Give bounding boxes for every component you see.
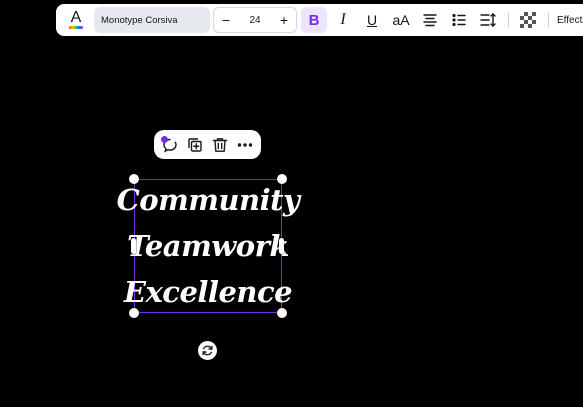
transparency-icon — [520, 12, 536, 28]
text-line: Teamwork — [127, 229, 289, 263]
text-color-icon: A — [70, 9, 82, 26]
spacing-button[interactable] — [475, 7, 501, 33]
toolbar-divider — [548, 13, 549, 27]
element-context-menu — [154, 130, 261, 159]
font-size-control: − 24 + — [213, 7, 297, 33]
rotate-icon — [202, 345, 213, 356]
italic-button[interactable]: I — [330, 7, 356, 33]
more-icon — [237, 142, 252, 147]
increase-font-size-button[interactable]: + — [272, 12, 296, 28]
trash-icon — [212, 137, 228, 152]
duplicate-button[interactable] — [184, 134, 206, 156]
delete-button[interactable] — [209, 134, 231, 156]
letter-case-button[interactable]: aA — [388, 7, 414, 33]
transparency-button[interactable] — [515, 7, 541, 33]
effects-button[interactable]: Effects — [557, 15, 583, 26]
rotate-handle[interactable] — [198, 341, 217, 360]
underline-button[interactable]: U — [359, 7, 385, 33]
duplicate-icon — [188, 137, 202, 152]
resize-handle-top-left[interactable] — [129, 174, 139, 184]
line-spacing-icon — [480, 13, 496, 27]
resize-handle-bottom-left[interactable] — [129, 308, 139, 318]
font-size-input[interactable]: 24 — [249, 15, 260, 26]
list-button[interactable] — [446, 7, 472, 33]
resize-handle-right[interactable] — [279, 238, 284, 254]
selected-text-element[interactable]: Community Teamwork Excellence — [117, 179, 300, 313]
text-toolbar: A Monotype Corsiva − 24 + B I U aA Effec… — [56, 4, 583, 36]
text-line: Excellence — [123, 275, 293, 309]
align-center-button[interactable] — [417, 7, 443, 33]
toolbar-divider — [508, 13, 509, 27]
decrease-font-size-button[interactable]: − — [214, 12, 238, 28]
resize-handle-top-right[interactable] — [277, 174, 287, 184]
text-content[interactable]: Community Teamwork Excellence — [117, 180, 300, 312]
font-family-select[interactable]: Monotype Corsiva — [94, 7, 210, 33]
magic-comment-button[interactable] — [159, 134, 181, 156]
align-center-icon — [423, 14, 437, 27]
resize-handle-bottom-right[interactable] — [277, 308, 287, 318]
text-color-button[interactable]: A — [62, 7, 90, 33]
more-options-button[interactable] — [234, 134, 256, 156]
font-family-value: Monotype Corsiva — [101, 14, 178, 26]
bold-button[interactable]: B — [301, 7, 327, 33]
ai-badge — [161, 135, 169, 143]
resize-handle-left[interactable] — [131, 238, 136, 254]
color-bar — [69, 26, 83, 29]
bullet-list-icon — [452, 13, 466, 27]
text-line: Community — [116, 183, 300, 217]
